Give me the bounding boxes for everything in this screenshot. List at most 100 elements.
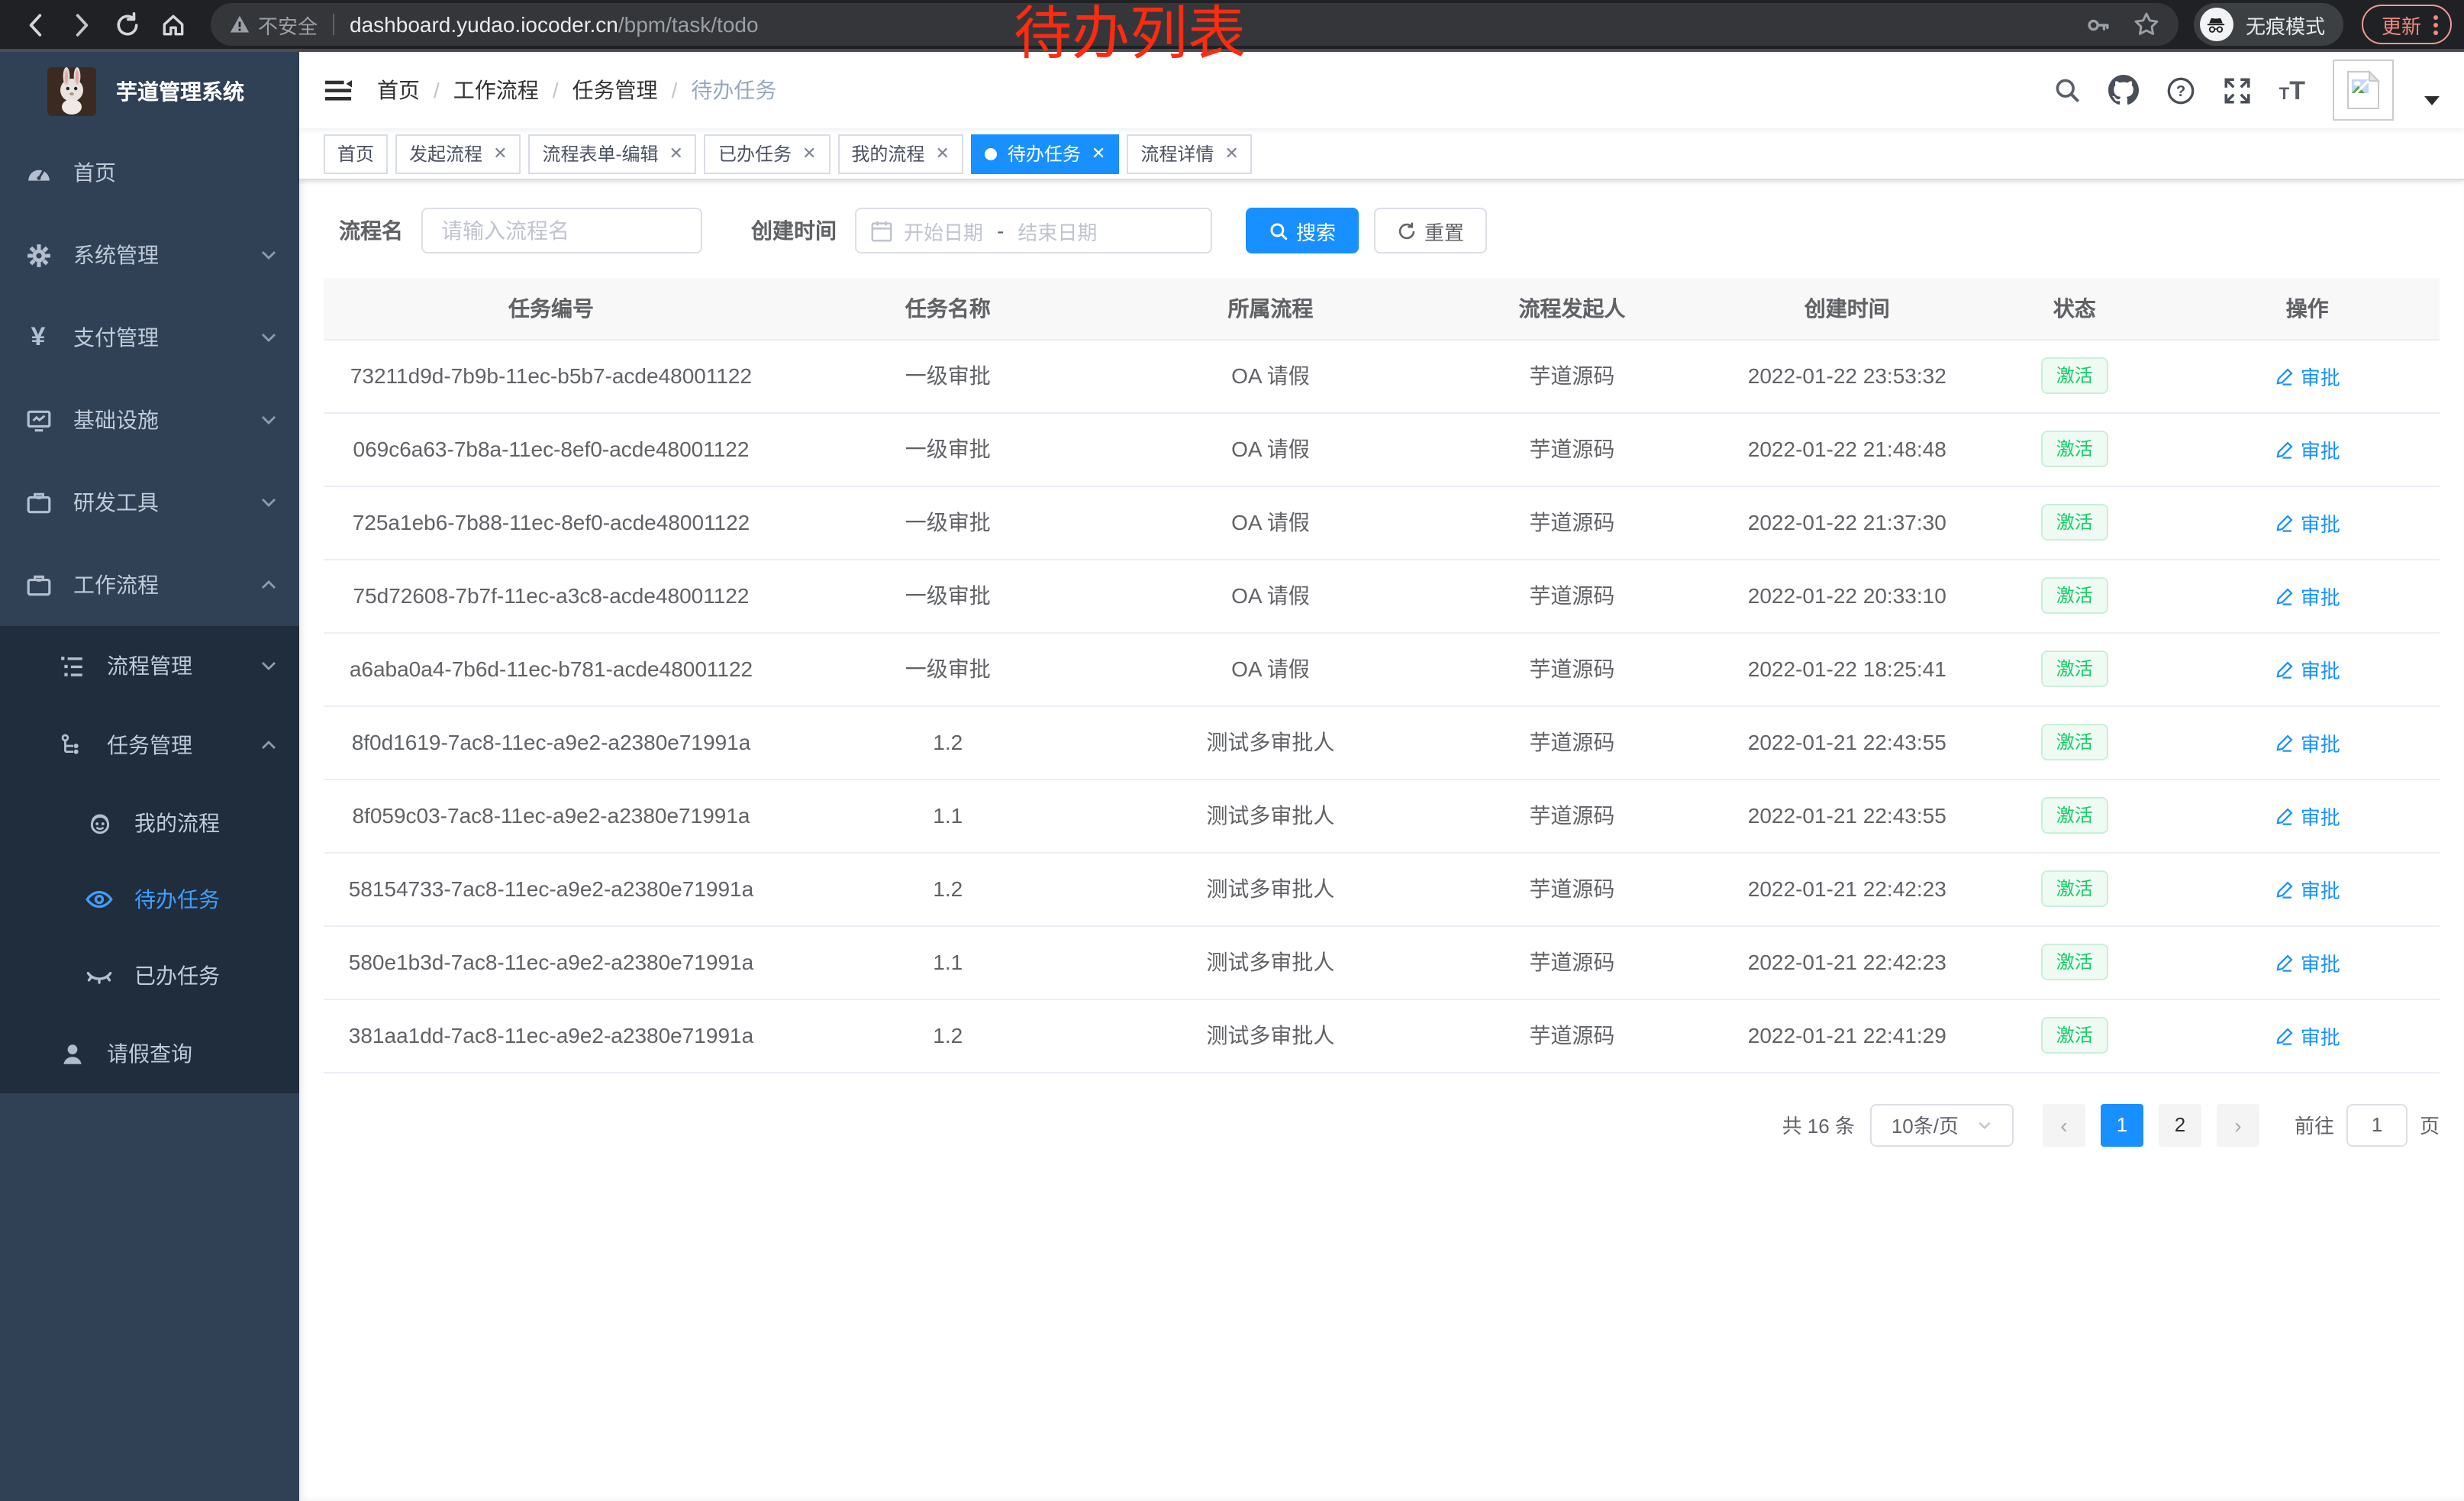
edit-icon <box>2275 659 2295 679</box>
tab-form-edit[interactable]: 流程表单-编辑✕ <box>529 134 697 173</box>
forward-icon[interactable] <box>58 3 104 46</box>
goto-page-input[interactable] <box>2346 1103 2408 1146</box>
star-icon[interactable] <box>2133 11 2160 38</box>
key-icon[interactable] <box>2085 11 2111 37</box>
approve-link[interactable]: 审批 <box>2275 654 2340 683</box>
approve-link[interactable]: 审批 <box>2275 581 2340 610</box>
approve-link[interactable]: 审批 <box>2275 508 2340 537</box>
hamburger-icon[interactable] <box>324 76 353 105</box>
table-row: 069c6a63-7b8a-11ec-8ef0-acde48001122一级审批… <box>324 412 2440 486</box>
kebab-menu-icon[interactable] <box>2433 15 2438 34</box>
close-icon[interactable]: ✕ <box>802 144 816 163</box>
incognito-icon <box>2200 8 2233 41</box>
tree-icon <box>58 732 85 758</box>
prev-page-button[interactable]: ‹ <box>2043 1103 2085 1146</box>
chevron-down-icon <box>260 493 278 512</box>
tab-my-process[interactable]: 我的流程✕ <box>837 134 963 173</box>
app-logo[interactable]: 芋道管理系统 <box>0 52 299 131</box>
table-row: 75d72608-7b7f-11ec-a3c8-acde48001122一级审批… <box>324 559 2440 632</box>
close-icon[interactable]: ✕ <box>935 144 949 163</box>
breadcrumb-workflow[interactable]: 工作流程 <box>453 75 539 105</box>
approve-link[interactable]: 审批 <box>2275 801 2340 830</box>
monitor-icon <box>24 407 52 433</box>
sidebar-item-system[interactable]: 系统管理 <box>0 214 299 296</box>
close-icon[interactable]: ✕ <box>1092 144 1105 163</box>
edit-icon <box>2275 879 2295 899</box>
sidebar-item-done-tasks[interactable]: 已办任务 <box>0 938 299 1014</box>
search-icon[interactable] <box>2053 76 2081 104</box>
approve-link[interactable]: 审批 <box>2275 1021 2340 1050</box>
sidebar-item-infra[interactable]: 基础设施 <box>0 379 299 461</box>
home-icon[interactable] <box>150 3 195 46</box>
tab-process-detail[interactable]: 流程详情✕ <box>1127 134 1252 173</box>
reset-button[interactable]: 重置 <box>1374 208 1487 253</box>
sidebar-item-home[interactable]: 首页 <box>0 131 299 214</box>
tab-done-tasks[interactable]: 已办任务✕ <box>705 134 830 173</box>
edit-icon <box>2275 586 2295 605</box>
edit-icon <box>2275 1025 2295 1045</box>
start-date-placeholder: 开始日期 <box>904 216 983 245</box>
incognito-label: 无痕模式 <box>2246 10 2325 39</box>
fullscreen-icon[interactable] <box>2223 76 2252 105</box>
sidebar-item-payment[interactable]: ¥ 支付管理 <box>0 296 299 379</box>
calendar-icon <box>870 219 893 242</box>
breadcrumb-current: 待办任务 <box>691 75 776 105</box>
warning-icon <box>229 14 250 35</box>
close-icon[interactable]: ✕ <box>493 144 507 163</box>
page-1-button[interactable]: 1 <box>2101 1103 2143 1146</box>
search-button[interactable]: 搜索 <box>1246 208 1359 253</box>
sidebar-item-label: 支付管理 <box>73 322 159 353</box>
chevron-down-icon <box>260 411 278 429</box>
table-row: 580e1b3d-7ac8-11ec-a9e2-a2380e71991a1.1测… <box>324 925 2440 999</box>
status-badge: 激活 <box>2041 504 2108 541</box>
tab-home[interactable]: 首页 <box>324 134 388 173</box>
approve-link[interactable]: 审批 <box>2275 728 2340 757</box>
chevron-down-icon[interactable] <box>2424 96 2440 105</box>
approve-link[interactable]: 审批 <box>2275 874 2340 903</box>
approve-link[interactable]: 审批 <box>2275 361 2340 390</box>
back-icon[interactable] <box>12 3 58 46</box>
approve-link[interactable]: 审批 <box>2275 947 2340 976</box>
next-page-button[interactable]: › <box>2217 1103 2259 1146</box>
font-size-icon[interactable]: TT <box>2279 77 2305 103</box>
date-range-picker[interactable]: 开始日期 - 结束日期 <box>855 208 1212 253</box>
breadcrumb-home[interactable]: 首页 <box>377 75 420 105</box>
sidebar-item-todo-tasks[interactable]: 待办任务 <box>0 861 299 938</box>
sidebar-item-task-mgmt[interactable]: 任务管理 <box>0 705 299 785</box>
url-bar[interactable]: 不安全 dashboard.yudao.iocoder.cn/bpm/task/… <box>211 3 2179 46</box>
sidebar-item-label: 流程管理 <box>107 650 192 681</box>
not-secure-warning[interactable]: 不安全 <box>229 10 318 39</box>
navbar: 首页 / 工作流程 / 任务管理 / 待办任务 ? TT <box>299 52 2464 128</box>
close-icon[interactable]: ✕ <box>1224 144 1238 163</box>
status-badge: 激活 <box>2041 944 2108 980</box>
status-badge: 激活 <box>2041 577 2108 614</box>
table-body: 73211d9d-7b9b-11ec-b5b7-acde48001122一级审批… <box>324 339 2440 1072</box>
breadcrumb-task-mgmt[interactable]: 任务管理 <box>572 75 658 105</box>
page-2-button[interactable]: 2 <box>2159 1103 2201 1146</box>
table-row: 8f059c03-7ac8-11ec-a9e2-a2380e71991a1.1测… <box>324 779 2440 852</box>
github-icon[interactable] <box>2108 75 2139 105</box>
sidebar-item-devtools[interactable]: 研发工具 <box>0 461 299 544</box>
avatar[interactable] <box>2333 60 2394 121</box>
status-badge: 激活 <box>2041 870 2108 907</box>
sidebar-item-workflow[interactable]: 工作流程 <box>0 544 299 626</box>
reload-icon[interactable] <box>104 3 150 46</box>
close-icon[interactable]: ✕ <box>669 144 683 163</box>
tab-start-process[interactable]: 发起流程✕ <box>395 134 521 173</box>
edit-icon <box>2275 512 2295 532</box>
broken-image-icon <box>2346 70 2380 110</box>
page-size-select[interactable]: 10条/页 <box>1870 1103 2014 1146</box>
sidebar-item-leave-query[interactable]: 请假查询 <box>0 1014 299 1093</box>
url-text[interactable]: dashboard.yudao.iocoder.cn/bpm/task/todo <box>350 12 2070 37</box>
table-row: a6aba0a4-7b6d-11ec-b781-acde48001122一级审批… <box>324 632 2440 705</box>
approve-link[interactable]: 审批 <box>2275 434 2340 463</box>
status-badge: 激活 <box>2041 650 2108 687</box>
edit-icon <box>2275 805 2295 825</box>
col-process: 所属流程 <box>1117 278 1424 339</box>
tab-todo-tasks[interactable]: 待办任务✕ <box>971 134 1119 173</box>
sidebar-item-process-mgmt[interactable]: 流程管理 <box>0 626 299 705</box>
update-button[interactable]: 更新 <box>2362 5 2452 44</box>
process-name-input[interactable] <box>421 208 702 253</box>
sidebar-item-my-process[interactable]: 我的流程 <box>0 785 299 861</box>
help-icon[interactable]: ? <box>2166 76 2195 105</box>
